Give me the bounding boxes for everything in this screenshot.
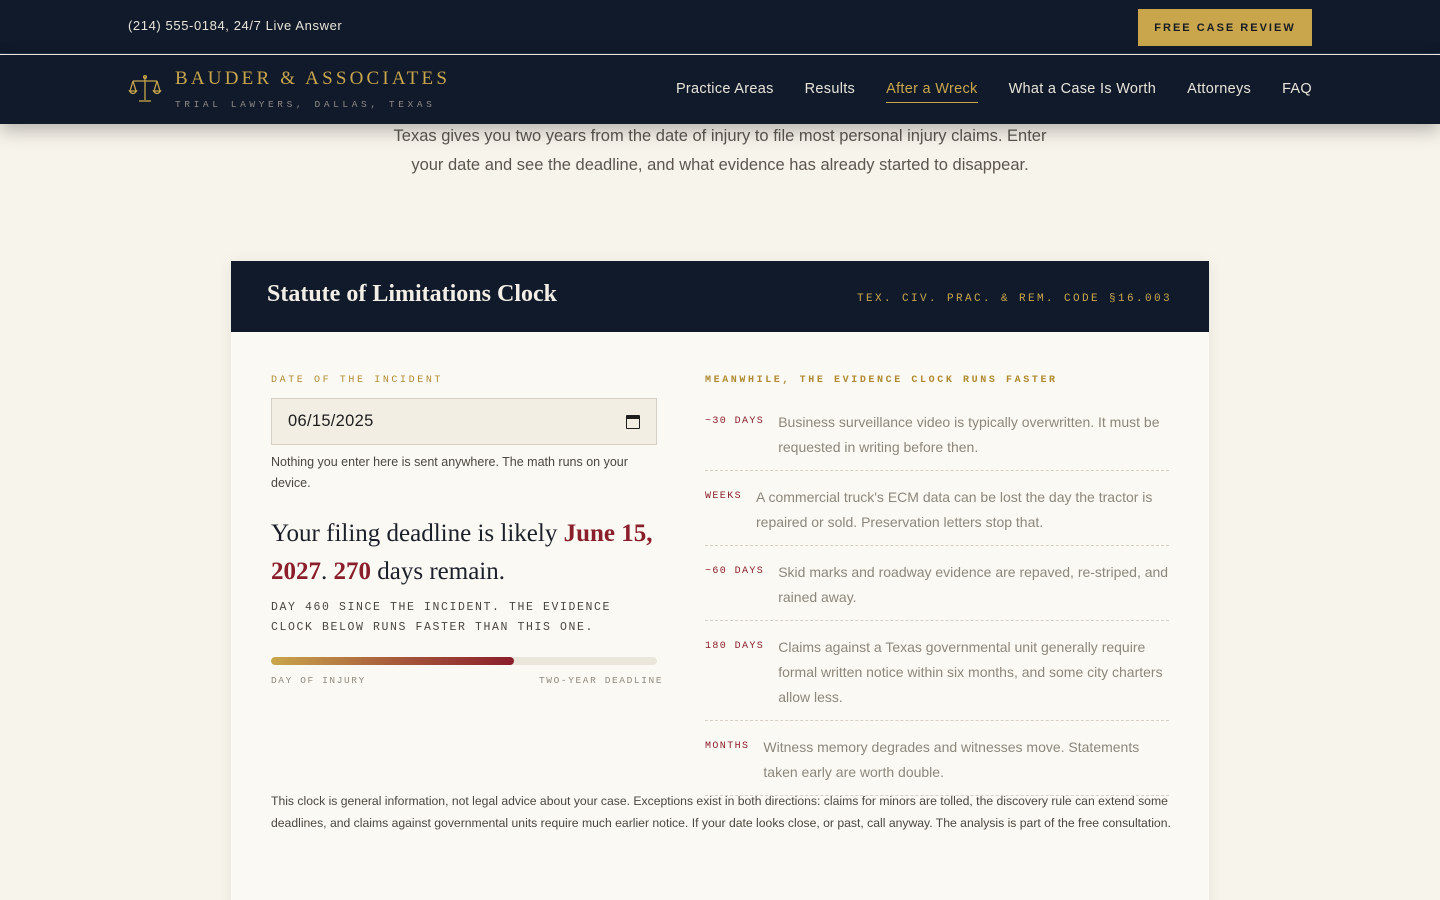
brand-name[interactable]: BAUDER & ASSOCIATES [175, 68, 450, 90]
evidence-text: Skid marks and roadway evidence are repa… [778, 564, 1169, 605]
phone-number[interactable]: (214) 555-0184, 24/7 Live Answer [128, 18, 342, 33]
free-case-review-button[interactable]: FREE CASE REVIEW [1138, 9, 1312, 46]
evidence-timeframe: WEEKS [705, 491, 743, 502]
progress-end-label: TWO-YEAR DEADLINE [539, 675, 664, 686]
nav-practice-areas[interactable]: Practice Areas [676, 81, 774, 103]
nav-after-a-wreck[interactable]: After a Wreck [886, 81, 978, 103]
evidence-text: A commercial truck's ECM data can be los… [756, 489, 1153, 530]
card-header: Statute of Limitations Clock TEX. CIV. P… [231, 261, 1209, 332]
deadline-progress-bar [271, 657, 657, 665]
evidence-clock-label: MEANWHILE, THE EVIDENCE CLOCK RUNS FASTE… [705, 375, 1058, 386]
evidence-timeframe: MONTHS [705, 741, 750, 752]
evidence-text: Business surveillance video is typically… [778, 414, 1160, 455]
card-title: Statute of Limitations Clock [267, 281, 557, 307]
date-label: DATE OF THE INCIDENT [271, 375, 444, 386]
deadline-prefix: Your filing deadline is likely [271, 520, 564, 547]
deadline-progress-fill [271, 657, 515, 665]
legal-disclaimer: This clock is general information, not l… [271, 794, 1171, 830]
nav-results[interactable]: Results [805, 81, 855, 103]
primary-nav: Practice Areas Results After a Wreck Wha… [676, 81, 1312, 103]
deadline-sep: . [321, 558, 334, 585]
incident-date-input[interactable]: 06/15/2025 [271, 398, 657, 445]
evidence-text: Claims against a Texas governmental unit… [778, 639, 1163, 705]
evidence-timeframe: ~30 DAYS [705, 416, 765, 427]
nav-attorneys[interactable]: Attorneys [1187, 81, 1251, 103]
days-since-incident: DAY 460 SINCE THE INCIDENT. THE EVIDENCE… [271, 601, 612, 634]
evidence-item: 180 DAYS Claims against a Texas governme… [705, 633, 1169, 721]
deadline-result: Your filing deadline is likely June 15, … [271, 515, 657, 591]
evidence-timeframe: ~60 DAYS [705, 566, 765, 577]
limitations-clock-card: Statute of Limitations Clock TEX. CIV. P… [231, 261, 1209, 900]
main-navbar: BAUDER & ASSOCIATES TRIAL LAWYERS, DALLA… [0, 55, 1440, 124]
top-bar: (214) 555-0184, 24/7 Live Answer FREE CA… [0, 0, 1440, 54]
evidence-item: MONTHS Witness memory degrades and witne… [705, 733, 1169, 796]
date-value[interactable]: 06/15/2025 [288, 412, 626, 431]
evidence-list: ~30 DAYS Business surveillance video is … [705, 408, 1169, 808]
calendar-icon[interactable] [626, 414, 640, 429]
evidence-timeframe: 180 DAYS [705, 641, 765, 652]
brand-tagline: TRIAL LAWYERS, DALLAS, TEXAS [175, 99, 436, 110]
scales-of-justice-icon[interactable] [128, 72, 162, 106]
nav-case-worth[interactable]: What a Case Is Worth [1009, 81, 1157, 103]
deadline-suffix: days remain. [371, 558, 505, 585]
statute-citation: TEX. CIV. PRAC. & REM. CODE §16.003 [856, 293, 1172, 305]
progress-start-label: DAY OF INJURY [271, 675, 366, 686]
privacy-note: Nothing you enter here is sent anywhere.… [271, 455, 628, 490]
evidence-item: ~60 DAYS Skid marks and roadway evidence… [705, 558, 1169, 621]
nav-faq[interactable]: FAQ [1282, 81, 1312, 103]
intro-text: Texas gives you two years from the date … [393, 127, 1047, 174]
evidence-text: Witness memory degrades and witnesses mo… [763, 739, 1140, 780]
evidence-item: WEEKS A commercial truck's ECM data can … [705, 483, 1169, 546]
days-remaining: 270 [333, 558, 372, 585]
evidence-item: ~30 DAYS Business surveillance video is … [705, 408, 1169, 471]
